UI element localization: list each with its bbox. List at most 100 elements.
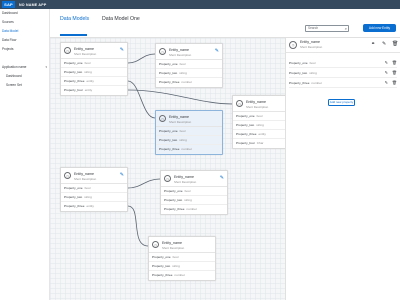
- entity-card[interactable]: ◷ Entity_name Short Description ✎ Proper…: [60, 42, 128, 96]
- property-row[interactable]: Property_two string: [233, 121, 285, 130]
- property-row[interactable]: Property_three number: [149, 271, 215, 280]
- nav-item-application-name[interactable]: Application name: [2, 65, 48, 69]
- add-property-button[interactable]: Add new property: [328, 99, 355, 106]
- entity-card[interactable]: ◷ Entity_name Short Description Property…: [148, 236, 216, 281]
- edit-icon[interactable]: ✎: [385, 80, 388, 85]
- property-name: Property_two: [64, 195, 83, 199]
- entity-card[interactable]: ◷ Entity_name Short Description ✎ Proper…: [60, 167, 128, 212]
- nav-subitem-dashboard[interactable]: Dashboard: [6, 74, 22, 78]
- property-row[interactable]: Property_three number: [161, 205, 227, 214]
- delete-icon[interactable]: 🗑: [392, 80, 397, 85]
- property-name: Property_three: [159, 147, 180, 151]
- property-row[interactable]: Property_two string: [61, 68, 127, 77]
- sap-logo[interactable]: SAP: [2, 1, 15, 8]
- property-type: entity: [84, 88, 93, 92]
- link-icon[interactable]: ⚭: [371, 41, 375, 47]
- entity-card[interactable]: ◷ Entity_name Short Description ✎ Proper…: [155, 43, 223, 88]
- edit-icon[interactable]: ✎: [215, 48, 219, 54]
- panel-property-row[interactable]: Property_three number ✎ 🗑: [289, 78, 397, 88]
- entity-name: Entity_name: [74, 47, 94, 51]
- nav-item-application-name-label: Application name: [2, 65, 27, 69]
- property-type: bool: [84, 186, 91, 190]
- relation-line: [127, 80, 156, 119]
- entity-icon: ◷: [159, 115, 166, 122]
- entity-card-selected[interactable]: ◷ Entity_name Short Description Property…: [155, 110, 223, 155]
- property-row[interactable]: Property_two string: [61, 193, 127, 202]
- property-row[interactable]: Property_three number: [156, 78, 222, 87]
- property-type: number: [181, 147, 192, 151]
- property-type: entity: [258, 132, 266, 136]
- property-type: string: [172, 264, 180, 268]
- panel-property-row[interactable]: Property_two string ✎ 🗑: [289, 68, 397, 78]
- delete-icon[interactable]: 🗑: [392, 70, 397, 75]
- nav-item-data-model[interactable]: Data Model: [2, 29, 18, 33]
- delete-icon[interactable]: 🗑: [392, 60, 397, 65]
- panel-entity-name: Entity_name: [300, 40, 320, 44]
- property-row[interactable]: Property_three entity: [233, 130, 285, 139]
- panel-entity-description: Short Description: [300, 45, 323, 49]
- entity-header: ◷ Entity_name Short Description ✎: [61, 43, 127, 59]
- entity-header: ◷ Entity_name Short Description ✎: [61, 168, 127, 184]
- property-row[interactable]: Property_one bool: [156, 60, 222, 69]
- nav-item-dashboard[interactable]: Dashboard: [2, 11, 18, 15]
- property-name: Property_three: [64, 204, 85, 208]
- entity-description: Short Description: [74, 177, 97, 181]
- nav-item-projects[interactable]: Projects: [2, 47, 14, 51]
- property-name: Property_three: [164, 207, 185, 211]
- property-row[interactable]: Property_two string: [156, 136, 222, 145]
- property-type: Char: [256, 141, 264, 145]
- app-title: NO NAME APP: [19, 2, 47, 7]
- edit-icon[interactable]: ✎: [385, 60, 388, 65]
- property-row[interactable]: Property_three entity: [61, 77, 127, 86]
- model-canvas[interactable]: ◷ Entity_name Short Description ✎ Proper…: [50, 38, 285, 300]
- property-name: Property_one: [159, 62, 178, 66]
- shell-bar: SAP NO NAME APP: [0, 0, 400, 9]
- nav-item-sources[interactable]: Sources: [2, 20, 14, 24]
- add-entity-button[interactable]: Add new Entity: [363, 24, 396, 32]
- property-type: string: [184, 198, 192, 202]
- nav-item-data-flow[interactable]: Data Flow: [2, 38, 16, 42]
- property-name: Property_one: [289, 61, 308, 65]
- nav-subitem-screen-set[interactable]: Screen Set: [6, 83, 22, 87]
- entity-card[interactable]: ◷ Entity_name Short Description Property…: [232, 95, 285, 149]
- delete-icon[interactable]: 🗑: [392, 41, 398, 47]
- entity-card[interactable]: ◷ Entity_name Short Description ✎ Proper…: [160, 170, 228, 215]
- panel-property-row[interactable]: Property_one bool ✎ 🗑: [289, 58, 397, 68]
- entity-name: Entity_name: [246, 100, 266, 104]
- search-input[interactable]: Search ⌕: [305, 25, 349, 32]
- chevron-down-icon[interactable]: ▾: [45, 65, 47, 69]
- edit-icon[interactable]: ✎: [385, 70, 388, 75]
- property-row[interactable]: Property_one bool: [156, 127, 222, 136]
- property-name: Property_two: [236, 123, 255, 127]
- panel-header: ◷ Entity_name Short Description ⚭ ✎ 🗑: [286, 38, 400, 53]
- property-row[interactable]: Property_three entity: [61, 202, 127, 211]
- property-name: Property_one: [164, 189, 183, 193]
- edit-icon[interactable]: ✎: [382, 41, 386, 47]
- property-row[interactable]: Property_three number: [156, 145, 222, 154]
- property-row[interactable]: Property_four entity: [61, 86, 127, 95]
- property-row[interactable]: Property_one bool: [149, 253, 215, 262]
- edit-icon[interactable]: ✎: [120, 47, 124, 53]
- entity-icon: ◷: [159, 48, 166, 55]
- property-row[interactable]: Property_one bool: [233, 112, 285, 121]
- property-row[interactable]: Property_one bool: [161, 187, 227, 196]
- edit-icon[interactable]: ✎: [220, 175, 224, 181]
- property-row[interactable]: Property_one bool: [61, 184, 127, 193]
- property-row[interactable]: Property_one bool: [61, 59, 127, 68]
- edit-icon[interactable]: ✎: [120, 172, 124, 178]
- entity-name: Entity_name: [169, 48, 189, 52]
- entity-description: Short Description: [174, 180, 197, 184]
- entity-details-panel: ◷ Entity_name Short Description ⚭ ✎ 🗑 Pr…: [285, 38, 400, 300]
- breadcrumb-data-models[interactable]: Data Models: [60, 16, 89, 22]
- property-name: Property_three: [159, 80, 180, 84]
- property-row[interactable]: Property_two string: [149, 262, 215, 271]
- property-type: entity: [86, 204, 94, 208]
- entity-description: Short Description: [74, 52, 97, 56]
- property-row[interactable]: Property_two string: [156, 69, 222, 78]
- relation-line: [127, 205, 149, 247]
- property-row[interactable]: Property_two string: [161, 196, 227, 205]
- property-row[interactable]: Property_four Char: [233, 139, 285, 148]
- search-icon[interactable]: ⌕: [345, 26, 347, 31]
- entity-header: ◷ Entity_name Short Description: [149, 237, 215, 253]
- relation-line: [127, 178, 161, 189]
